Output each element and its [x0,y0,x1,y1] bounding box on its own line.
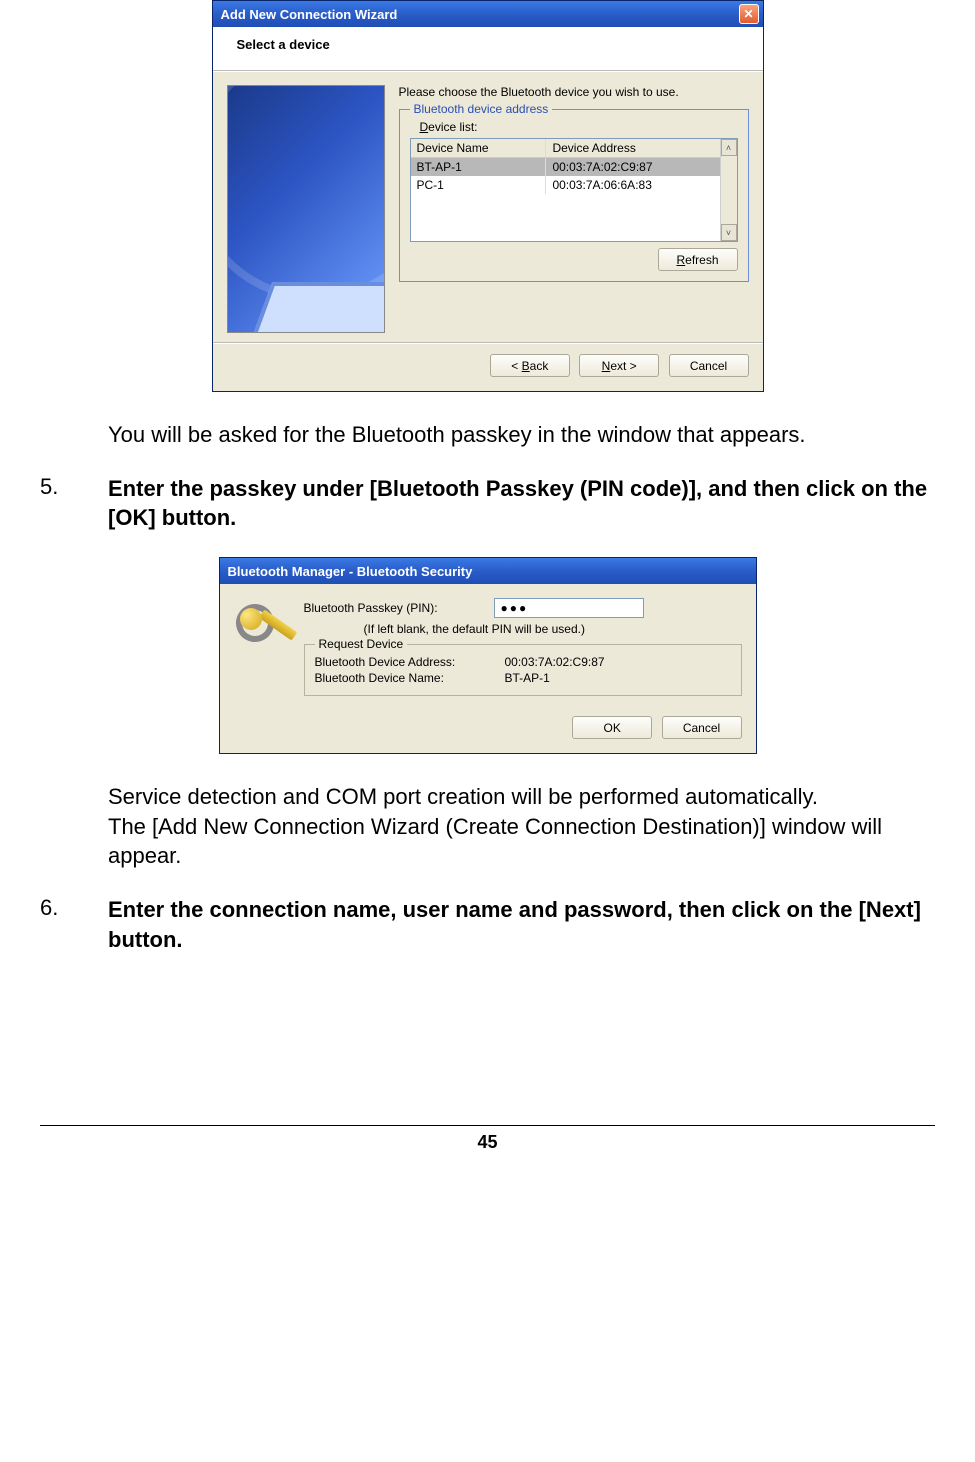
back-button[interactable]: < Back [490,354,570,377]
close-icon[interactable]: ✕ [739,4,759,24]
device-name-value: BT-AP-1 [505,671,550,685]
scroll-up-icon[interactable]: ˄ [721,139,737,156]
device-row[interactable]: PC-1 00:03:7A:06:6A:83 [411,176,720,194]
bluetooth-security-dialog: Bluetooth Manager - Bluetooth Security B… [219,557,757,754]
cancel-button[interactable]: Cancel [669,354,749,377]
window-title: Add New Connection Wizard [221,7,739,22]
wizard-sidebar-graphic [227,85,385,333]
step-number: 5. [40,474,108,533]
fieldset-legend: Request Device [315,637,408,651]
page-number: 45 [40,1132,935,1153]
step-text: Enter the passkey under [Bluetooth Passk… [108,474,935,533]
device-row[interactable]: BT-AP-1 00:03:7A:02:C9:87 [411,158,720,176]
ok-button[interactable]: OK [572,716,652,739]
device-address-label: Bluetooth Device Address: [315,655,505,669]
titlebar[interactable]: Add New Connection Wizard ✕ [213,1,763,27]
prompt-text: Please choose the Bluetooth device you w… [399,85,749,99]
device-address-fieldset: Bluetooth device address Device list: De… [399,109,749,282]
pin-label: Bluetooth Passkey (PIN): [304,601,494,615]
request-device-fieldset: Request Device Bluetooth Device Address:… [304,644,742,696]
add-connection-wizard-dialog: Add New Connection Wizard ✕ Select a dev… [212,0,764,392]
refresh-button[interactable]: Refresh [658,248,738,271]
window-title: Bluetooth Manager - Bluetooth Security [228,564,752,579]
next-button[interactable]: Next > [579,354,659,377]
titlebar[interactable]: Bluetooth Manager - Bluetooth Security [220,558,756,584]
fieldset-legend: Bluetooth device address [410,102,553,116]
device-address-value: 00:03:7A:02:C9:87 [505,655,605,669]
pin-input[interactable] [494,598,644,618]
device-listbox[interactable]: Device Name Device Address BT-AP-1 00:03… [410,138,738,242]
paragraph: You will be asked for the Bluetooth pass… [108,420,935,450]
col-header-name[interactable]: Device Name [411,139,547,157]
pin-hint: (If left blank, the default PIN will be … [364,622,742,636]
device-name-label: Bluetooth Device Name: [315,671,505,685]
col-header-addr[interactable]: Device Address [546,139,719,157]
cancel-button[interactable]: Cancel [662,716,742,739]
step-text: Enter the connection name, user name and… [108,895,935,954]
step-number: 6. [40,895,108,954]
scrollbar[interactable]: ˄ ˅ [720,139,737,241]
dialog-heading: Select a device [213,27,763,71]
paragraph: Service detection and COM port creation … [108,782,935,871]
device-list-label: Device list: [420,120,738,134]
key-icon [234,598,290,668]
footer-rule [40,1125,935,1126]
scroll-down-icon[interactable]: ˅ [721,224,737,241]
